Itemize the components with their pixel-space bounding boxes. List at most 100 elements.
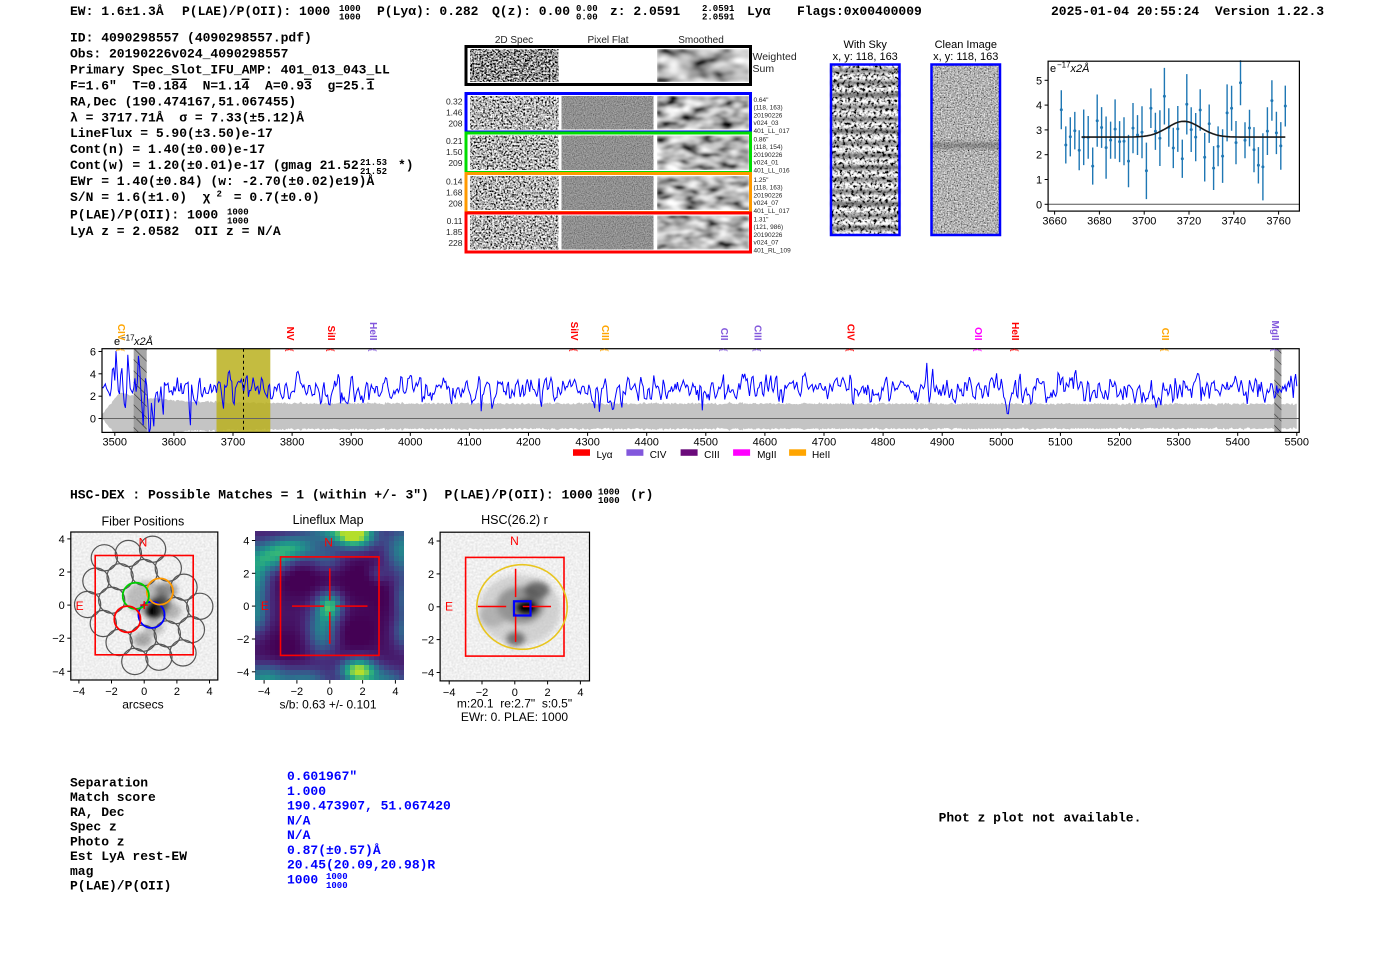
svg-text:x, y: 118, 163: x, y: 118, 163 bbox=[933, 51, 998, 63]
svg-text:1.25": 1.25" bbox=[754, 177, 770, 184]
svg-text:OII: OII bbox=[972, 327, 983, 341]
svg-text:Fiber Positions: Fiber Positions bbox=[102, 515, 185, 529]
svg-text:401_LL_017: 401_LL_017 bbox=[754, 128, 791, 135]
svg-text:EW: 1.6±1.3Å: EW: 1.6±1.3Å bbox=[70, 4, 164, 19]
svg-text:NV: NV bbox=[284, 327, 295, 341]
svg-text:4: 4 bbox=[243, 536, 249, 548]
svg-text:1.68: 1.68 bbox=[446, 187, 463, 197]
svg-text:−2: −2 bbox=[52, 633, 65, 645]
svg-text:20190226: 20190226 bbox=[754, 152, 783, 159]
svg-text:v024_03: v024_03 bbox=[754, 120, 779, 127]
svg-text:4: 4 bbox=[1036, 100, 1042, 112]
svg-text:5100: 5100 bbox=[1048, 437, 1072, 449]
svg-text:EWr = 1.40(±0.84) (w: -2.70(±0: EWr = 1.40(±0.84) (w: -2.70(±0.02)e19)Å bbox=[70, 174, 374, 189]
svg-text:{: { bbox=[719, 348, 729, 351]
svg-text:(121, 986): (121, 986) bbox=[754, 224, 784, 231]
svg-text:1: 1 bbox=[1036, 175, 1042, 187]
svg-text:E: E bbox=[76, 599, 84, 613]
svg-text:6: 6 bbox=[90, 347, 96, 359]
svg-text:4400: 4400 bbox=[634, 437, 658, 449]
svg-text:CIII: CIII bbox=[599, 325, 610, 341]
svg-text:5200: 5200 bbox=[1107, 437, 1131, 449]
svg-text:3900: 3900 bbox=[339, 437, 363, 449]
svg-text:3760: 3760 bbox=[1266, 215, 1290, 227]
svg-text:2: 2 bbox=[90, 391, 96, 403]
svg-text:v024_01: v024_01 bbox=[754, 160, 779, 167]
svg-text:0.14: 0.14 bbox=[446, 177, 463, 187]
svg-text:0: 0 bbox=[428, 602, 434, 614]
svg-text:Primary Spec_Slot_IFU_AMP: 401: Primary Spec_Slot_IFU_AMP: 401_013_043_L… bbox=[70, 63, 390, 78]
svg-text:4700: 4700 bbox=[812, 437, 836, 449]
svg-text:F=1.6" T=0.184 N=1.14 A=0.9: F=1.6" T=0.184 N=1.14 A=0.93 g=25.1 bbox=[70, 79, 374, 94]
svg-text:Obs: 20190226v024_4090298557: Obs: 20190226v024_4090298557 bbox=[70, 47, 288, 62]
svg-text:2: 2 bbox=[428, 569, 434, 581]
svg-text:(r): (r) bbox=[630, 488, 653, 503]
svg-text:{: { bbox=[326, 348, 336, 351]
svg-text:0.601967": 0.601967" bbox=[287, 769, 357, 784]
svg-text:1000: 1000 bbox=[287, 873, 318, 888]
svg-text:Clean Image: Clean Image bbox=[935, 39, 997, 51]
svg-text:v024_07: v024_07 bbox=[754, 240, 779, 247]
svg-text:MgII: MgII bbox=[757, 450, 776, 461]
svg-text:Match score: Match score bbox=[70, 790, 156, 805]
svg-text:−4: −4 bbox=[73, 686, 86, 698]
svg-text:{: { bbox=[1270, 348, 1280, 351]
svg-text:−2: −2 bbox=[291, 686, 304, 698]
svg-text:−2: −2 bbox=[237, 634, 250, 646]
svg-text:3720: 3720 bbox=[1177, 215, 1201, 227]
svg-text:Cont(n) = 1.40(±0.00)e-17: Cont(n) = 1.40(±0.00)e-17 bbox=[70, 142, 265, 157]
svg-text:{: { bbox=[846, 348, 856, 351]
svg-text:0.00: 0.00 bbox=[576, 13, 598, 23]
svg-text:{: { bbox=[116, 348, 126, 351]
svg-text:−4: −4 bbox=[52, 666, 65, 678]
svg-text:2: 2 bbox=[217, 190, 222, 200]
svg-text:MgII: MgII bbox=[1269, 321, 1280, 341]
svg-text:LineFlux = 5.90(±3.50)e-17: LineFlux = 5.90(±3.50)e-17 bbox=[70, 126, 273, 141]
svg-text:3: 3 bbox=[1036, 125, 1042, 137]
svg-text:401_LL_016: 401_LL_016 bbox=[754, 167, 791, 174]
svg-text:2: 2 bbox=[59, 567, 65, 579]
svg-text:(118, 154): (118, 154) bbox=[754, 144, 783, 151]
svg-text:4800: 4800 bbox=[871, 437, 895, 449]
svg-text:Lyα: Lyα bbox=[597, 450, 613, 461]
svg-text:Lyα: Lyα bbox=[747, 4, 771, 19]
svg-text:HSC-DEX : Possible Matches = 1: HSC-DEX : Possible Matches = 1 (within +… bbox=[70, 488, 593, 503]
svg-text:N/A: N/A bbox=[287, 814, 311, 829]
svg-text:SiIV: SiIV bbox=[568, 322, 579, 341]
svg-text:0.87(±0.57)Å: 0.87(±0.57)Å bbox=[287, 843, 381, 858]
svg-text:0.86": 0.86" bbox=[754, 137, 770, 144]
svg-text:0.64": 0.64" bbox=[754, 97, 770, 104]
svg-text:5500: 5500 bbox=[1285, 437, 1309, 449]
svg-text:0: 0 bbox=[59, 600, 65, 612]
svg-text:λ = 3717.71Å σ = 7.33(±5.12)Å: λ = 3717.71Å σ = 7.33(±5.12)Å bbox=[70, 111, 304, 126]
svg-text:{: { bbox=[753, 348, 763, 351]
svg-text:Q(z): 0.00: Q(z): 0.00 bbox=[492, 4, 570, 19]
svg-text:SiII: SiII bbox=[325, 325, 336, 340]
svg-text:(118, 163): (118, 163) bbox=[754, 185, 783, 192]
svg-text:3500: 3500 bbox=[103, 437, 127, 449]
svg-text:mag: mag bbox=[70, 864, 94, 879]
svg-text:CII: CII bbox=[718, 328, 729, 341]
svg-text:5000: 5000 bbox=[989, 437, 1013, 449]
svg-text:(118, 163): (118, 163) bbox=[754, 105, 783, 112]
svg-text:3700: 3700 bbox=[221, 437, 245, 449]
svg-text:3800: 3800 bbox=[280, 437, 304, 449]
svg-text:−4: −4 bbox=[443, 687, 456, 699]
svg-text:HSC(26.2) r: HSC(26.2) r bbox=[481, 513, 548, 527]
svg-text:3700: 3700 bbox=[1132, 215, 1156, 227]
svg-text:20190226: 20190226 bbox=[754, 232, 783, 239]
svg-text:3660: 3660 bbox=[1042, 215, 1066, 227]
svg-text:3600: 3600 bbox=[162, 437, 186, 449]
svg-text:{: { bbox=[569, 348, 579, 351]
svg-text:Lineflux Map: Lineflux Map bbox=[293, 513, 364, 527]
svg-text:arcsecs: arcsecs bbox=[122, 698, 163, 712]
svg-text:4200: 4200 bbox=[516, 437, 540, 449]
svg-text:0: 0 bbox=[1036, 199, 1042, 211]
svg-text:Est LyA rest-EW: Est LyA rest-EW bbox=[70, 849, 187, 864]
svg-text:m:20.1 re:2.7" s:0.5": m:20.1 re:2.7" s:0.5" bbox=[457, 697, 572, 711]
svg-text:20.45(20.09,20.98)R: 20.45(20.09,20.98)R bbox=[287, 858, 435, 873]
svg-text:HeII: HeII bbox=[812, 450, 830, 461]
svg-text:N: N bbox=[510, 534, 519, 548]
svg-text:4000: 4000 bbox=[398, 437, 422, 449]
svg-text:LyA z = 2.0582 OII z = N/A: LyA z = 2.0582 OII z = N/A bbox=[70, 224, 281, 239]
